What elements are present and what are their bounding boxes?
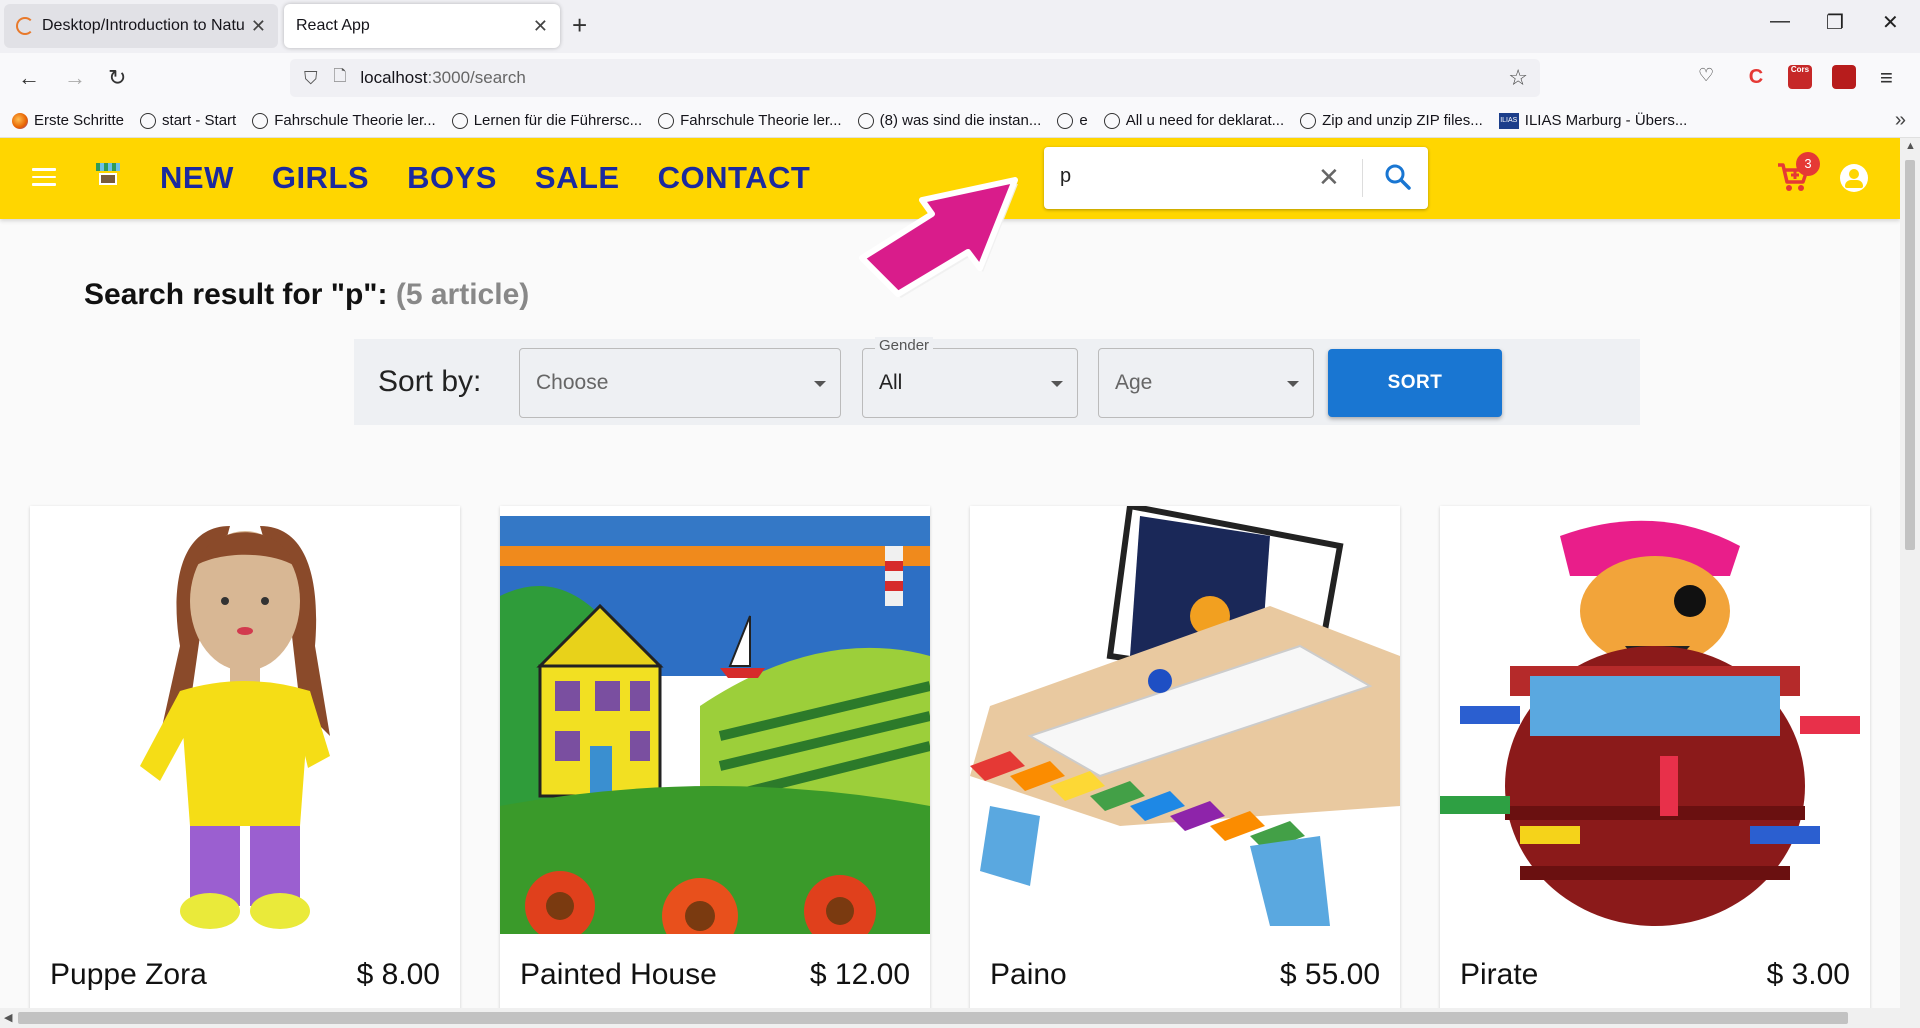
menu-icon[interactable]	[32, 168, 56, 186]
minimize-icon[interactable]: —	[1770, 10, 1790, 33]
new-tab-button[interactable]: +	[572, 10, 587, 41]
chevron-down-icon	[1287, 381, 1299, 387]
globe-icon	[1057, 112, 1074, 129]
nav-sale[interactable]: SALE	[535, 160, 620, 196]
product-image-pirate[interactable]	[1440, 506, 1870, 934]
main-menu: NEW GIRLS BOYS SALE CONTACT	[160, 160, 848, 196]
tab-title: React App	[296, 17, 370, 34]
globe-icon	[658, 112, 675, 129]
product-card[interactable]: Painted House $ 12.00	[500, 506, 930, 1008]
app-menu-icon[interactable]: ≡	[1880, 65, 1893, 91]
app-viewport: NEW GIRLS BOYS SALE CONTACT p ✕ 3 Search…	[0, 138, 1900, 1008]
product-name[interactable]: Paino	[990, 958, 1067, 992]
bookmark-item[interactable]: (8) was sind die instan...	[857, 112, 1041, 129]
chevron-down-icon	[1051, 381, 1063, 387]
product-name[interactable]: Painted House	[520, 958, 717, 992]
vertical-scrollbar[interactable]: ▲	[1900, 138, 1920, 1008]
search-result-heading: Search result for "p": (5 article)	[84, 278, 530, 311]
product-price: $ 8.00	[356, 958, 440, 991]
scroll-up-icon[interactable]: ▲	[1905, 140, 1916, 152]
nav-contact[interactable]: CONTACT	[658, 160, 811, 196]
product-image-painting[interactable]	[500, 506, 930, 934]
globe-icon	[857, 112, 874, 129]
product-name[interactable]: Pirate	[1460, 958, 1538, 992]
globe-icon	[1300, 112, 1317, 129]
extension-c-icon[interactable]: C	[1744, 65, 1768, 89]
search-box: p ✕	[1044, 147, 1428, 209]
page-info-icon[interactable]: 🗋	[334, 65, 347, 92]
url-text: localhost:3000/search	[360, 68, 526, 87]
bookmark-item[interactable]: Fahrschule Theorie ler...	[252, 112, 436, 129]
bookmark-item[interactable]: All u need for deklarat...	[1103, 112, 1284, 129]
pocket-icon[interactable]: ♡	[1698, 65, 1714, 86]
product-price: $ 3.00	[1766, 958, 1850, 991]
address-bar[interactable]: ⛉ 🗋 localhost:3000/search ☆	[290, 59, 1540, 97]
scroll-left-icon[interactable]: ◀	[4, 1011, 12, 1024]
product-card[interactable]: Puppe Zora $ 8.00	[30, 506, 460, 1008]
search-icon[interactable]	[1384, 163, 1412, 191]
globe-icon	[252, 112, 269, 129]
product-image-doll[interactable]	[30, 506, 460, 934]
bookmark-item[interactable]: Fahrschule Theorie ler...	[658, 112, 842, 129]
globe-icon	[140, 112, 157, 129]
sort-select[interactable]: Choose	[519, 348, 841, 418]
product-card[interactable]: Pirate $ 3.00	[1440, 506, 1870, 1008]
product-price: $ 55.00	[1279, 958, 1380, 991]
pointer-arrow-annotation	[859, 177, 1018, 298]
horizontal-scrollbar[interactable]: ◀	[0, 1008, 1920, 1028]
nav-girls[interactable]: GIRLS	[272, 160, 369, 196]
globe-icon	[451, 112, 468, 129]
horizontal-scroll-thumb[interactable]	[18, 1012, 1848, 1024]
sort-label: Sort by:	[378, 365, 482, 398]
bookmark-item[interactable]: ILIAS ILIAS Marburg - Übers...	[1498, 112, 1687, 129]
forward-icon[interactable]: →	[64, 65, 86, 91]
vertical-scroll-thumb[interactable]	[1905, 160, 1915, 550]
browser-tab-react-app[interactable]: React App ✕	[284, 4, 560, 48]
shield-icon[interactable]: ⛉	[304, 68, 318, 89]
result-count: (5 article)	[395, 278, 530, 311]
sort-panel: Sort by: Choose Gender All Age SORT	[354, 337, 1640, 425]
cors-extension-icon[interactable]: Cors	[1788, 65, 1812, 89]
product-price: $ 12.00	[809, 958, 910, 991]
globe-icon	[1103, 112, 1120, 129]
bookmark-item[interactable]: Erste Schritte	[12, 112, 124, 129]
product-image-piano[interactable]	[970, 506, 1400, 934]
extension-icon[interactable]	[1832, 65, 1856, 89]
sort-button[interactable]: SORT	[1328, 349, 1502, 417]
account-icon[interactable]	[1840, 164, 1868, 192]
close-window-icon[interactable]: ✕	[1882, 10, 1899, 35]
nav-boys[interactable]: BOYS	[407, 160, 497, 196]
bookmark-item[interactable]: e	[1057, 112, 1088, 129]
gender-select[interactable]: Gender All	[862, 337, 1078, 418]
nav-new[interactable]: NEW	[160, 160, 234, 196]
search-input[interactable]: p	[1060, 165, 1071, 188]
firefox-icon	[12, 112, 28, 129]
back-icon[interactable]: ←	[18, 65, 40, 91]
browser-nav-bar: ← → ↻ ⛉ 🗋 localhost:3000/search ☆ ♡ C Co…	[0, 53, 1920, 104]
age-select[interactable]: Age	[1098, 348, 1314, 418]
close-tab-icon[interactable]: ✕	[533, 16, 548, 37]
browser-tab-desktop[interactable]: Desktop/Introduction to Natur... ✕	[4, 4, 278, 48]
bookmark-item[interactable]: Lernen für die Führersc...	[451, 112, 642, 129]
gender-legend: Gender	[875, 337, 934, 354]
chevron-down-icon	[814, 381, 826, 387]
loading-icon	[16, 17, 34, 35]
bookmark-star-icon[interactable]: ☆	[1508, 65, 1528, 91]
tab-title: Desktop/Introduction to Natur...	[42, 17, 245, 34]
shop-logo-icon[interactable]	[96, 163, 120, 187]
bookmark-item[interactable]: start - Start	[140, 112, 236, 129]
cart-count-badge: 3	[1796, 152, 1820, 176]
bookmarks-toolbar: Erste Schritte start - Start Fahrschule …	[0, 104, 1920, 138]
more-bookmarks-icon[interactable]: »	[1895, 109, 1906, 132]
product-card[interactable]: Paino $ 55.00	[970, 506, 1400, 1008]
restore-icon[interactable]: ❐	[1826, 10, 1844, 35]
reload-icon[interactable]: ↻	[108, 65, 126, 91]
browser-tab-bar: Desktop/Introduction to Natur... ✕ React…	[0, 0, 1920, 53]
close-tab-icon[interactable]: ✕	[251, 16, 266, 37]
product-name[interactable]: Puppe Zora	[50, 958, 207, 992]
clear-icon[interactable]: ✕	[1318, 162, 1340, 193]
ilias-icon: ILIAS	[1498, 112, 1519, 129]
bookmark-item[interactable]: Zip and unzip ZIP files...	[1300, 112, 1483, 129]
